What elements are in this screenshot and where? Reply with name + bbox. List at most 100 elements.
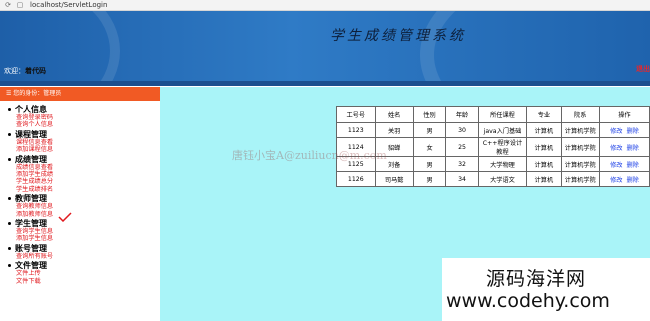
cell-name: 司马懿: [374, 171, 414, 187]
menu-group: 学生管理 查询学生信息 添加学生信息: [8, 219, 160, 243]
cell-major: 计算机: [526, 122, 562, 138]
logout-link[interactable]: 退出: [636, 64, 650, 74]
column-header: 所任课程: [477, 106, 528, 123]
menu-link[interactable]: 文件上传: [16, 270, 160, 277]
page-icon: ▢: [16, 1, 24, 9]
cell-age: 30: [445, 122, 479, 138]
delete-link[interactable]: 删除: [626, 128, 638, 135]
cell-dept: 计算机学院: [560, 122, 600, 138]
column-header: 专业: [526, 106, 562, 123]
bullet-icon: [8, 132, 11, 136]
cell-gender: 男: [412, 122, 447, 138]
table-header-row: 工号号 姓名 性别 年龄 所任课程 专业 院系 操作: [336, 106, 650, 123]
bullet-icon: [8, 197, 11, 201]
menu-link[interactable]: 文件下载: [16, 278, 160, 285]
edit-link[interactable]: 修改: [610, 162, 622, 169]
bullet-icon: [8, 222, 11, 226]
username: 着代码: [25, 67, 46, 75]
menu-group-label: 成绩管理: [15, 154, 47, 164]
cell-major: 计算机: [526, 171, 562, 187]
menu-link[interactable]: 添加教师信息: [16, 211, 160, 218]
cell-age: 32: [445, 156, 479, 172]
menu-group: 教师管理 查询教师信息 添加教师信息: [8, 194, 160, 218]
menu-group: 文件管理 文件上传 文件下载: [8, 261, 160, 285]
table-row: 1123 关羽男 30 java入门基础 计算机 计算机学院 修改 删除: [336, 122, 650, 138]
welcome-text: 欢迎：着代码: [4, 67, 46, 75]
cell-course: 大学语文: [477, 171, 528, 187]
edit-link[interactable]: 修改: [610, 177, 622, 184]
menu-group-title[interactable]: 个人信息: [8, 105, 160, 114]
menu-link[interactable]: 查询个人信息: [16, 121, 160, 128]
menu-group-label: 个人信息: [15, 105, 47, 114]
edit-link[interactable]: 修改: [610, 145, 622, 152]
column-header: 性别: [412, 106, 447, 123]
refresh-icon[interactable]: ⟳: [4, 0, 12, 10]
page-title: 学生成绩管理系统: [330, 28, 466, 44]
column-header: 操作: [598, 106, 650, 123]
menu-group-label: 文件管理: [15, 261, 47, 271]
menu-group: 个人信息 查询登录密码 查询个人信息: [8, 105, 160, 129]
table-row: 1126 司马懿男 34 大学语文 计算机 计算机学院 修改 删除: [336, 171, 650, 187]
banner-decoration: [420, 11, 650, 81]
watermark: 唐钰小宝A@zuiliucn@m.com: [232, 149, 387, 162]
cell-id: 1123: [336, 122, 376, 138]
menu-link[interactable]: 学生成绩总分: [16, 178, 160, 185]
menu-group-label: 课程管理: [15, 129, 47, 139]
menu-group-title[interactable]: 账号管理: [8, 244, 160, 253]
cell-age: 25: [445, 137, 479, 157]
menu-group: 账号管理 查询所有账号: [8, 244, 160, 260]
menu-link[interactable]: 添加学生信息: [16, 235, 160, 242]
address-bar[interactable]: localhost/ServletLogin: [30, 0, 107, 10]
menu-group-label: 账号管理: [15, 243, 47, 253]
bullet-icon: [8, 264, 11, 268]
cell-actions: 修改 删除: [598, 122, 650, 138]
delete-link[interactable]: 删除: [626, 177, 638, 184]
welcome-strip: [0, 81, 650, 86]
cell-gender: 男: [412, 171, 447, 187]
brand-title: 源码海洋网: [486, 268, 587, 290]
cell-actions: 修改 删除: [598, 137, 650, 157]
sidebar-header: ☰ 您的身份：管理员: [0, 87, 160, 101]
cell-actions: 修改 删除: [598, 156, 650, 172]
menu-group-title[interactable]: 成绩管理: [8, 155, 160, 164]
cell-actions: 修改 删除: [598, 171, 650, 187]
cell-course: java入门基础: [477, 122, 528, 138]
delete-link[interactable]: 删除: [626, 145, 638, 152]
cell-age: 34: [445, 171, 479, 187]
menu-group: 成绩管理 成绩信息查看 添加学生成绩 学生成绩总分 学生成绩排名: [8, 155, 160, 194]
delete-link[interactable]: 删除: [626, 162, 638, 169]
cell-id: 1126: [336, 171, 376, 187]
sidebar-menu: 个人信息 查询登录密码 查询个人信息 课程管理 课程信息查看 添加课程信息 成绩管理 成绩信息…: [0, 101, 160, 285]
cell-course: C++程序设计教程: [477, 137, 528, 157]
menu-group-title[interactable]: 文件管理: [8, 261, 160, 270]
browser-toolbar: ⟳ ▢ localhost/ServletLogin: [0, 0, 650, 11]
menu-group-title[interactable]: 学生管理: [8, 219, 160, 228]
menu-link[interactable]: 查询所有账号: [16, 253, 160, 260]
menu-group-title[interactable]: 教师管理: [8, 194, 160, 203]
menu-link[interactable]: 学生成绩排名: [16, 186, 160, 193]
edit-link[interactable]: 修改: [610, 128, 622, 135]
cell-gender: 男: [412, 156, 447, 172]
column-header: 工号号: [336, 106, 376, 123]
cell-major: 计算机: [526, 137, 562, 157]
menu-link[interactable]: 查询教师信息: [16, 203, 160, 210]
menu-group-label: 学生管理: [15, 219, 47, 229]
sidebar: ☰ 您的身份：管理员 个人信息 查询登录密码 查询个人信息 课程管理 课程信息查看 添加课…: [0, 87, 160, 321]
menu-link[interactable]: 添加课程信息: [16, 146, 160, 153]
header-banner: 学生成绩管理系统: [0, 11, 650, 81]
cell-gender: 女: [412, 137, 447, 157]
cell-name: 关羽: [374, 122, 414, 138]
cell-course: 大学物理: [477, 156, 528, 172]
bullet-icon: [8, 108, 11, 111]
cell-dept: 计算机学院: [560, 137, 600, 157]
column-header: 姓名: [374, 106, 414, 123]
checkmark-icon: [58, 212, 72, 222]
column-header: 院系: [560, 106, 600, 123]
menu-link[interactable]: 成绩信息查看: [16, 164, 160, 171]
menu-group-label: 教师管理: [15, 194, 47, 204]
cell-major: 计算机: [526, 156, 562, 172]
bullet-icon: [8, 246, 11, 250]
menu-group-title[interactable]: 课程管理: [8, 130, 160, 139]
column-header: 年龄: [445, 106, 479, 123]
cell-dept: 计算机学院: [560, 156, 600, 172]
